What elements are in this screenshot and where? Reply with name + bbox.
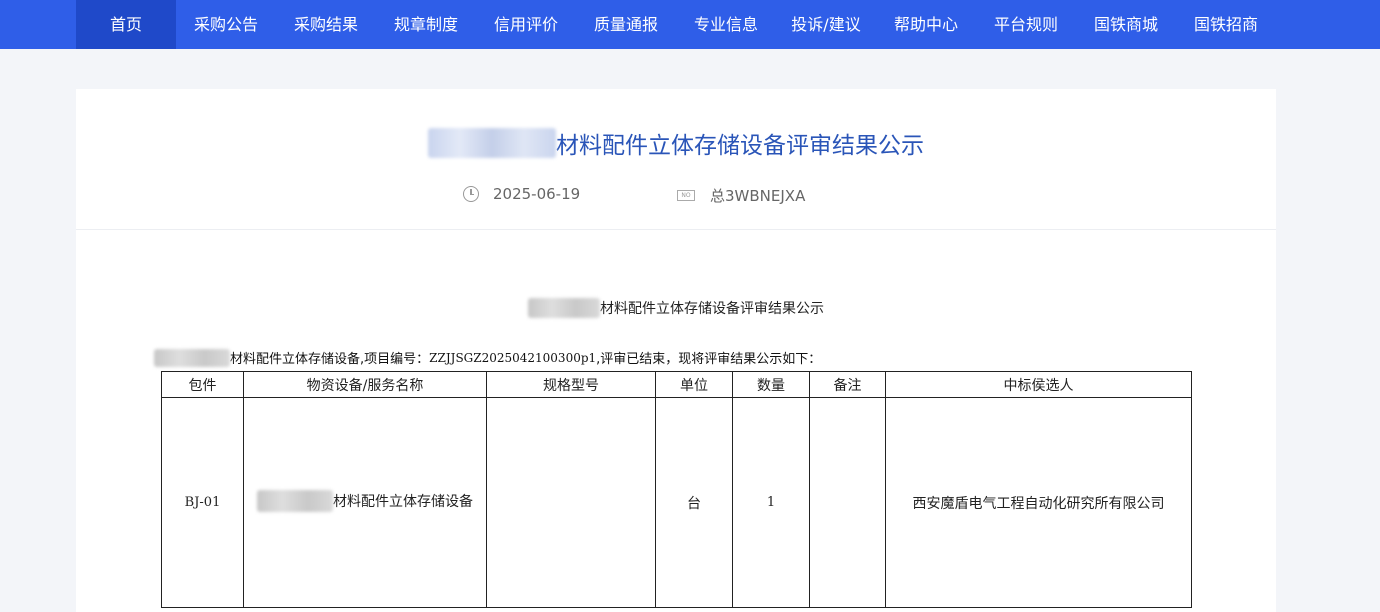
table-header-row: 包件 物资设备/服务名称 规格型号 单位 数量 备注 中标侯选人 [161,371,1192,398]
page-title: 材料配件立体存储设备评审结果公示 [76,125,1276,161]
item-name-text: 材料配件立体存储设备 [333,493,473,510]
document-title: 材料配件立体存储设备评审结果公示 [76,298,1276,318]
redacted-text [528,298,600,318]
result-table: 包件 物资设备/服务名称 规格型号 单位 数量 备注 中标侯选人 BJ-01 材… [161,371,1192,608]
document-number-text: 总3WBNEJXA [710,187,806,205]
nav-item-complaints[interactable]: 投诉/建议 [776,0,876,49]
number-icon: NO [677,190,695,201]
table-row: BJ-01 材料配件立体存储设备 台 1 西安魔盾电气工程自动化研究所有限公司 [161,397,1192,608]
nav-item-procurement-notice[interactable]: 采购公告 [176,0,276,49]
cell-unit: 台 [655,397,733,608]
nav-item-railway-investment[interactable]: 国铁招商 [1176,0,1276,49]
top-nav: 首页 采购公告 采购结果 规章制度 信用评价 质量通报 专业信息 投诉/建议 帮… [0,0,1380,49]
cell-remark [809,397,886,608]
intro-prefix: 材料配件立体存储设备,项目编号： [230,352,430,367]
cell-package: BJ-01 [161,397,244,608]
header-quantity: 数量 [732,371,810,398]
document-title-text: 材料配件立体存储设备评审结果公示 [600,301,824,317]
redacted-text [428,128,556,158]
header-spec: 规格型号 [486,371,656,398]
cell-spec [486,397,656,608]
nav-item-quality-bulletin[interactable]: 质量通报 [576,0,676,49]
project-number: ZZJJSGZ2025042100300p1 [429,350,597,365]
clock-icon [463,186,479,202]
intro-suffix: ,评审已结束，现将评审结果公示如下： [596,352,822,367]
page-title-text: 材料配件立体存储设备评审结果公示 [556,133,924,159]
cell-candidate: 西安魔盾电气工程自动化研究所有限公司 [885,397,1192,608]
nav-item-professional-info[interactable]: 专业信息 [676,0,776,49]
nav-menu: 首页 采购公告 采购结果 规章制度 信用评价 质量通报 专业信息 投诉/建议 帮… [76,0,1276,49]
nav-item-procurement-result[interactable]: 采购结果 [276,0,376,49]
cell-item-name: 材料配件立体存储设备 [243,397,487,608]
header-package: 包件 [161,371,244,398]
announcement-card: 材料配件立体存储设备评审结果公示 2025-06-19 NO 总3WBNEJXA… [76,89,1276,612]
publish-date: 2025-06-19 [463,185,580,203]
cell-quantity: 1 [732,397,810,608]
intro-paragraph: 材料配件立体存储设备,项目编号： ZZJJSGZ2025042100300p1 … [154,348,821,367]
meta-info: 2025-06-19 NO 总3WBNEJXA [76,185,1276,207]
redacted-text [257,489,333,512]
nav-item-regulations[interactable]: 规章制度 [376,0,476,49]
nav-item-help-center[interactable]: 帮助中心 [876,0,976,49]
nav-item-home[interactable]: 首页 [76,0,176,49]
header-unit: 单位 [655,371,733,398]
header-item-name: 物资设备/服务名称 [243,371,487,398]
header-candidate: 中标侯选人 [885,371,1192,398]
document-number: NO 总3WBNEJXA [677,185,805,206]
nav-item-railway-mall[interactable]: 国铁商城 [1076,0,1176,49]
redacted-text [154,348,230,367]
nav-item-platform-rules[interactable]: 平台规则 [976,0,1076,49]
publish-date-text: 2025-06-19 [493,185,581,203]
header-remark: 备注 [809,371,886,398]
nav-item-credit-evaluation[interactable]: 信用评价 [476,0,576,49]
divider [76,229,1276,230]
